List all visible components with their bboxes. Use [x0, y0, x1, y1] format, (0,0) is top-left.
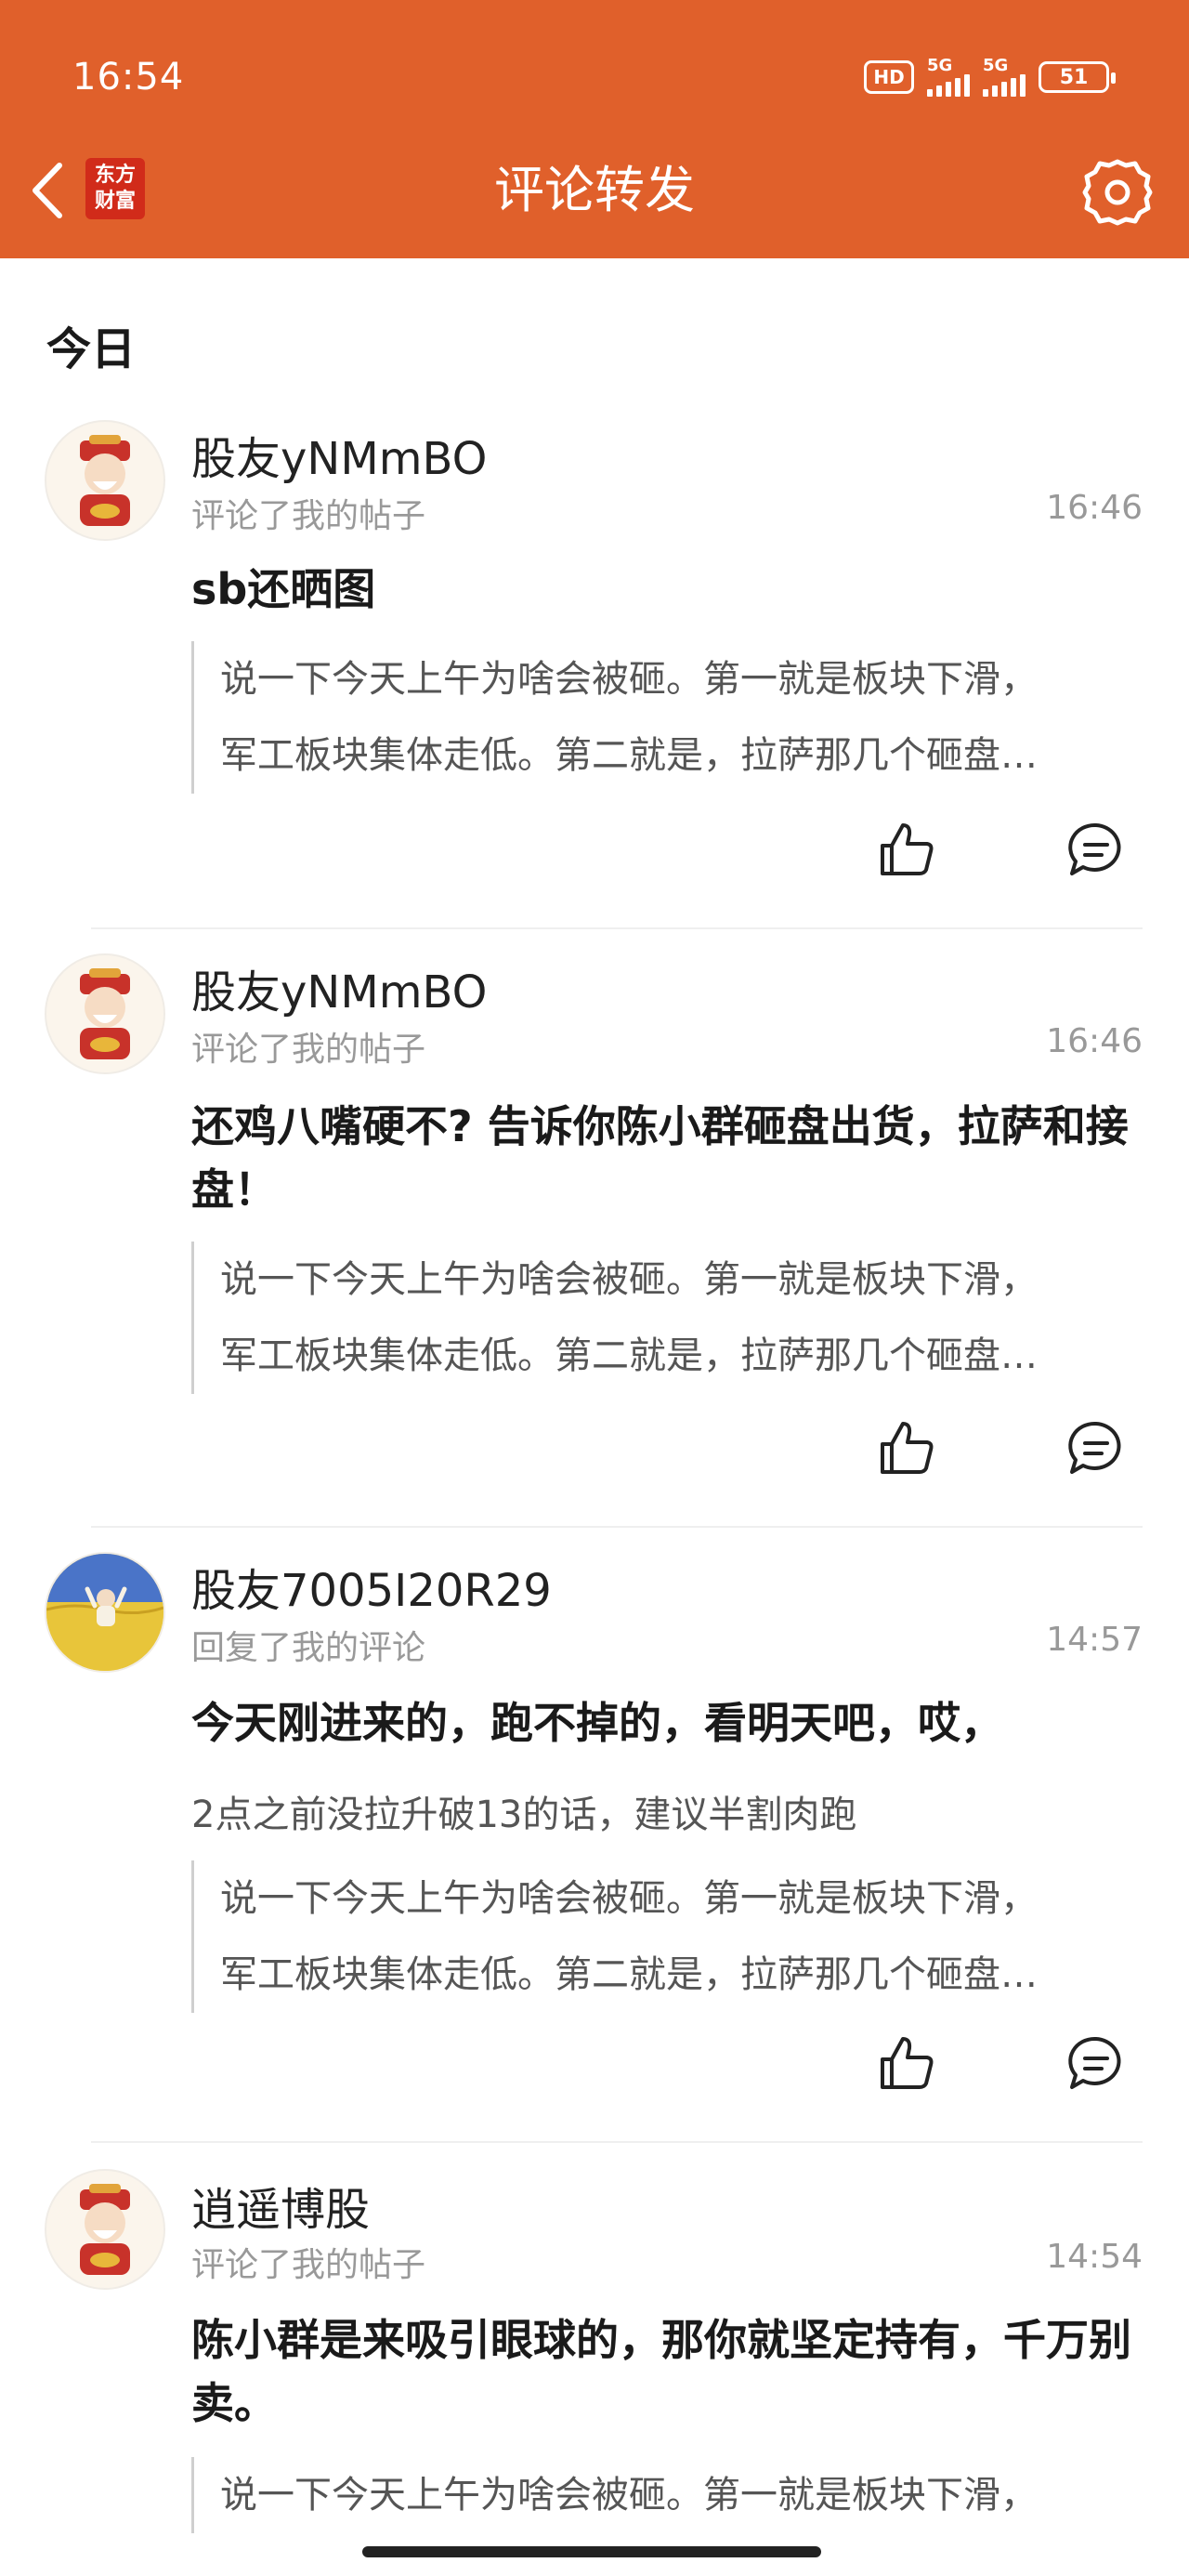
signal-icon-2: 5G [983, 58, 1026, 97]
username[interactable]: 股友7005I20R29 [191, 1554, 552, 1619]
divider [91, 2141, 1143, 2143]
action-text: 回复了我的评论 [191, 1629, 426, 1667]
thumbs-up-icon[interactable] [877, 1418, 936, 1478]
caishen-avatar-icon [80, 2184, 130, 2275]
avatar[interactable] [45, 420, 165, 541]
wheat-field-avatar-icon [46, 1554, 163, 1671]
username[interactable]: 股友yNMmBO [191, 422, 487, 487]
avatar[interactable] [45, 1552, 165, 1673]
home-indicator[interactable] [362, 2546, 821, 2557]
comment-bubble-icon[interactable] [1066, 2033, 1126, 2093]
signal-icon-1: 5G [927, 58, 970, 97]
quoted-post[interactable]: 说一下今天上午为啥会被砸。第一就是板块下滑， 军工板块集体走低。第二就是，拉萨那… [191, 1242, 1139, 1394]
page-title: 评论转发 [494, 161, 695, 219]
comment-text: 还鸡八嘴硬不? 告诉你陈小群砸盘出货，拉萨和接盘！ [191, 1101, 1129, 1215]
caishen-avatar-icon [80, 435, 130, 526]
timestamp: 14:54 [1046, 2238, 1143, 2276]
timestamp: 14:57 [1046, 1621, 1143, 1659]
comment-text: sb还晒图 [191, 564, 376, 614]
comment-bubble-icon[interactable] [1066, 1418, 1126, 1478]
battery-icon: 51 [1039, 61, 1116, 93]
quoted-post[interactable]: 说一下今天上午为啥会被砸。第一就是板块下滑， 军工板块集体走低。第二就是，拉萨那… [191, 1860, 1139, 2013]
divider [91, 927, 1143, 929]
hd-icon: HD [864, 60, 914, 94]
divider [91, 1526, 1143, 1528]
thumbs-up-icon[interactable] [877, 2033, 936, 2093]
quoted-post[interactable]: 说一下今天上午为啥会被砸。第一就是板块下滑， [191, 2457, 1139, 2533]
username[interactable]: 逍遥博股 [191, 2173, 370, 2238]
reply-context-text: 2点之前没拉升破13的话，建议半割肉跑 [191, 1794, 857, 1836]
action-text: 评论了我的帖子 [191, 1031, 426, 1069]
action-text: 评论了我的帖子 [191, 497, 426, 535]
username[interactable]: 股友yNMmBO [191, 955, 487, 1020]
header-bar: 16:54 HD 5G 5G 51 东方 财富 评论转发 [0, 0, 1189, 258]
timestamp: 16:46 [1046, 489, 1143, 527]
comment-text: 今天刚进来的，跑不掉的，看明天吧，哎， [191, 1698, 1003, 1748]
status-icons: HD 5G 5G 51 [864, 58, 1116, 97]
gear-icon[interactable] [1081, 156, 1154, 229]
avatar[interactable] [45, 953, 165, 1074]
action-text: 评论了我的帖子 [191, 2246, 426, 2284]
caishen-avatar-icon [80, 968, 130, 1059]
status-time: 16:54 [72, 56, 185, 99]
section-label-today: 今日 [46, 323, 137, 375]
comment-bubble-icon[interactable] [1066, 820, 1126, 879]
timestamp: 16:46 [1046, 1022, 1143, 1060]
thumbs-up-icon[interactable] [877, 820, 936, 879]
comment-text: 陈小群是来吸引眼球的，那你就坚定持有，千万别卖。 [191, 2315, 1131, 2428]
avatar[interactable] [45, 2169, 165, 2290]
quoted-post[interactable]: 说一下今天上午为啥会被砸。第一就是板块下滑， 军工板块集体走低。第二就是，拉萨那… [191, 641, 1139, 794]
